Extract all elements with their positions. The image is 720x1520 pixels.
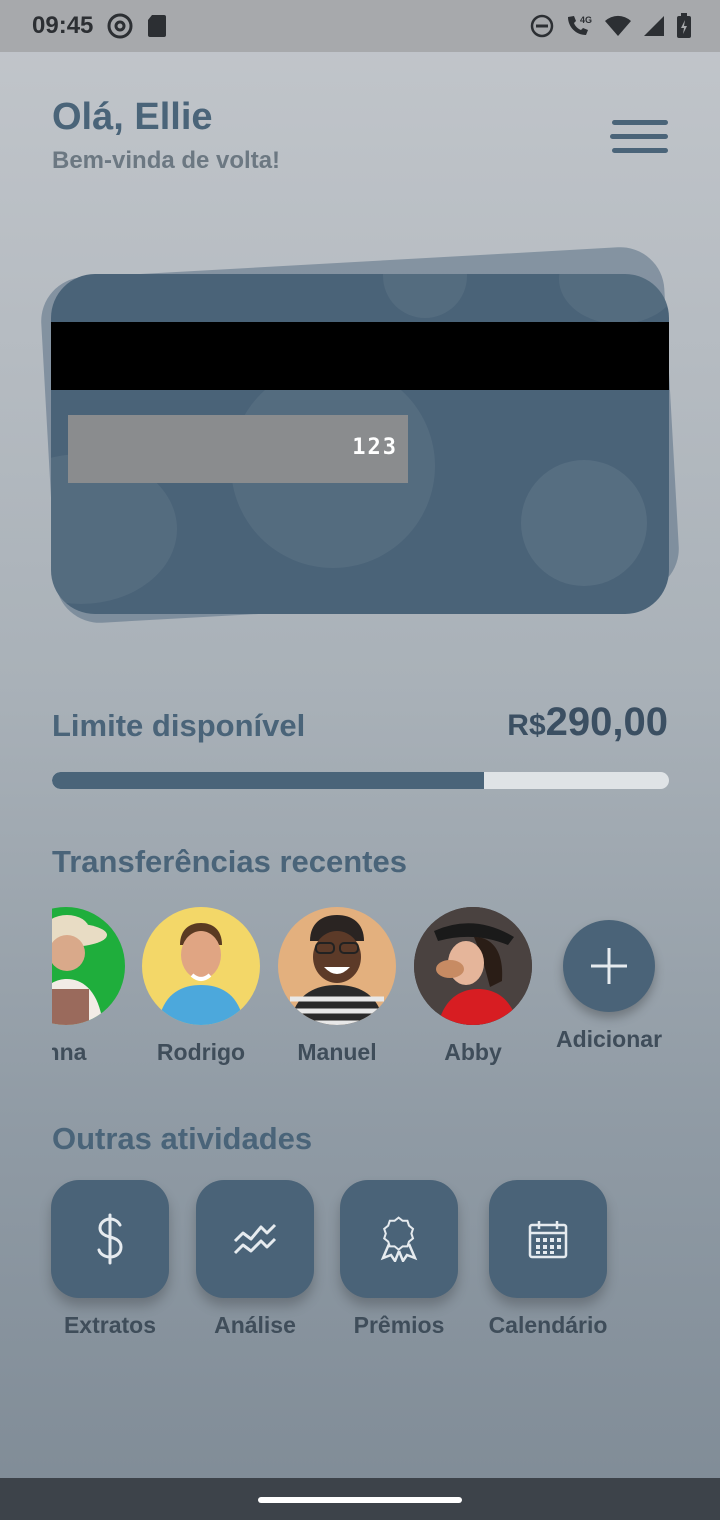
calendar-icon: [528, 1221, 568, 1259]
status-left: 09:45: [32, 12, 167, 40]
contact-name: nna: [52, 1039, 87, 1065]
menu-icon[interactable]: [610, 118, 670, 158]
cvv-field: 123: [68, 415, 408, 483]
activity-label: Calendário: [488, 1312, 608, 1338]
chart-icon: [233, 1223, 277, 1255]
avatar: [52, 907, 125, 1025]
avatar: [142, 907, 260, 1025]
limit-label: Limite disponível: [52, 708, 306, 743]
battery-icon: [676, 13, 692, 39]
add-button[interactable]: [563, 920, 655, 1012]
activity-extratos[interactable]: Extratos: [50, 1180, 170, 1339]
contact-name: Rodrigo: [156, 1039, 246, 1065]
limit-amount: 290,00: [545, 700, 668, 744]
activities-title: Outras atividades: [52, 1121, 313, 1156]
extratos-button[interactable]: [51, 1180, 169, 1298]
credit-card[interactable]: 123: [38, 240, 690, 640]
status-time: 09:45: [32, 12, 94, 39]
volte-call-icon: 4G: [564, 13, 594, 39]
wifi-icon: [604, 15, 632, 37]
greeting-block: Olá, Ellie Bem-vinda de volta!: [52, 96, 280, 175]
limit-currency: R$: [507, 709, 546, 742]
home-indicator[interactable]: [258, 1497, 462, 1503]
dollar-icon: [97, 1213, 123, 1265]
sd-card-icon: [147, 14, 167, 38]
at-sign-icon: [107, 13, 133, 39]
contact-abby[interactable]: Abby: [413, 907, 533, 1066]
contact-manuel[interactable]: Manuel: [277, 907, 397, 1066]
contact-name: Abby: [444, 1039, 502, 1065]
analise-button[interactable]: [196, 1180, 314, 1298]
calendario-button[interactable]: [489, 1180, 607, 1298]
contact-rodrigo[interactable]: Rodrigo: [141, 907, 261, 1066]
add-contact[interactable]: Adicionar: [549, 907, 669, 1053]
magnetic-stripe: [51, 322, 669, 390]
activity-calendario[interactable]: Calendário: [488, 1180, 608, 1339]
greeting-subtitle: Bem-vinda de volta!: [52, 147, 281, 174]
contact-name: Manuel: [297, 1039, 377, 1065]
contact-partial[interactable]: nna: [52, 900, 142, 1090]
status-bar: 09:45 4G: [0, 0, 720, 52]
activity-analise[interactable]: Análise: [195, 1180, 315, 1339]
transfers-title: Transferências recentes: [52, 844, 407, 879]
system-nav-bar: [0, 1478, 720, 1520]
activity-premios[interactable]: Prêmios: [339, 1180, 459, 1339]
add-label: Adicionar: [555, 1026, 663, 1052]
greeting-title: Olá, Ellie: [52, 96, 213, 138]
award-icon: [380, 1216, 418, 1262]
activity-label: Prêmios: [353, 1312, 445, 1338]
avatar: [278, 907, 396, 1025]
activity-label: Análise: [214, 1312, 296, 1338]
limit-value: R$ 290,00: [507, 700, 668, 745]
avatar: [414, 907, 532, 1025]
status-right: 4G: [530, 13, 692, 39]
signal-icon: [642, 14, 666, 38]
activity-label: Extratos: [63, 1312, 157, 1338]
plus-icon: [591, 948, 627, 984]
limit-progress-bar: [52, 772, 669, 789]
premios-button[interactable]: [340, 1180, 458, 1298]
card-back-face: 123: [51, 274, 669, 614]
dnd-icon: [530, 14, 554, 38]
network-label: 4G: [580, 15, 592, 25]
limit-progress-fill: [52, 772, 484, 789]
